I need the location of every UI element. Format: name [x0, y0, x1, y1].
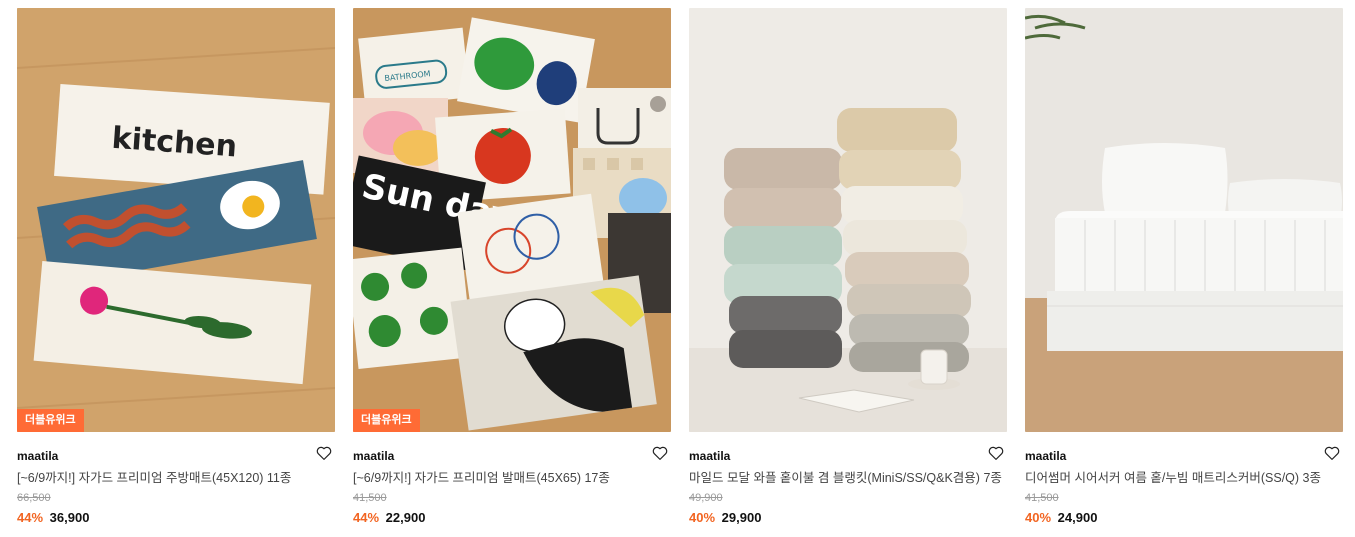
product-card[interactable]: kitchen 더블유위크 maatila [~6/9까지!] 자가드 프리미엄… — [17, 8, 335, 537]
discount-rate: 40% — [1025, 510, 1052, 525]
discount-rate: 44% — [353, 510, 380, 525]
product-image[interactable]: BATHROOM Sun day 더블유위크 — [353, 8, 671, 432]
mattress-cover-photo — [1025, 8, 1343, 432]
heart-icon[interactable] — [987, 444, 1005, 462]
product-image[interactable] — [689, 8, 1007, 432]
price-row: 44% 22,900 — [353, 509, 671, 527]
heart-icon[interactable] — [315, 444, 333, 462]
event-badge: 더블유위크 — [353, 409, 420, 432]
price-row: 40% 29,900 — [689, 509, 1007, 527]
original-price: 49,900 — [689, 492, 723, 504]
sale-price: 36,900 — [49, 510, 90, 525]
discount-rate: 44% — [17, 510, 44, 525]
price-row: 40% 24,900 — [1025, 509, 1343, 527]
kitchen-mat-photo: kitchen — [17, 8, 335, 432]
original-price: 41,500 — [353, 492, 387, 504]
product-card[interactable]: maatila 디어썸머 시어서커 여름 홑/누빔 매트리스커버(SS/Q) 3… — [1025, 8, 1343, 537]
sale-price: 22,900 — [385, 510, 426, 525]
product-title[interactable]: 마일드 모달 와플 홑이불 겸 블랭킷(MiniS/SS/Q&K겸용) 7종 — [689, 469, 1007, 487]
original-price: 41,500 — [1025, 492, 1059, 504]
blanket-stack-photo — [689, 8, 1007, 432]
bath-mat-photo: BATHROOM Sun day — [353, 8, 671, 432]
product-grid: kitchen 더블유위크 maatila [~6/9까지!] 자가드 프리미엄… — [0, 0, 1355, 537]
brand-name[interactable]: maatila — [353, 449, 394, 463]
product-card[interactable]: BATHROOM Sun day 더블유위크 maatila [~6/9까지!]… — [353, 8, 671, 537]
product-card[interactable]: maatila 마일드 모달 와플 홑이불 겸 블랭킷(MiniS/SS/Q&K… — [689, 8, 1007, 537]
heart-icon[interactable] — [1323, 444, 1341, 462]
price-row: 44% 36,900 — [17, 509, 335, 527]
brand-name[interactable]: maatila — [1025, 449, 1066, 463]
original-price: 66,500 — [17, 492, 51, 504]
brand-name[interactable]: maatila — [689, 449, 730, 463]
sale-price: 29,900 — [721, 510, 762, 525]
product-image[interactable]: kitchen 더블유위크 — [17, 8, 335, 432]
product-title[interactable]: [~6/9까지!] 자가드 프리미엄 주방매트(45X120) 11종 — [17, 469, 335, 487]
product-image[interactable] — [1025, 8, 1343, 432]
event-badge: 더블유위크 — [17, 409, 84, 432]
discount-rate: 40% — [689, 510, 716, 525]
brand-name[interactable]: maatila — [17, 449, 58, 463]
product-title[interactable]: 디어썸머 시어서커 여름 홑/누빔 매트리스커버(SS/Q) 3종 — [1025, 469, 1343, 487]
sale-price: 24,900 — [1057, 510, 1098, 525]
product-title[interactable]: [~6/9까지!] 자가드 프리미엄 발매트(45X65) 17종 — [353, 469, 671, 487]
heart-icon[interactable] — [651, 444, 669, 462]
